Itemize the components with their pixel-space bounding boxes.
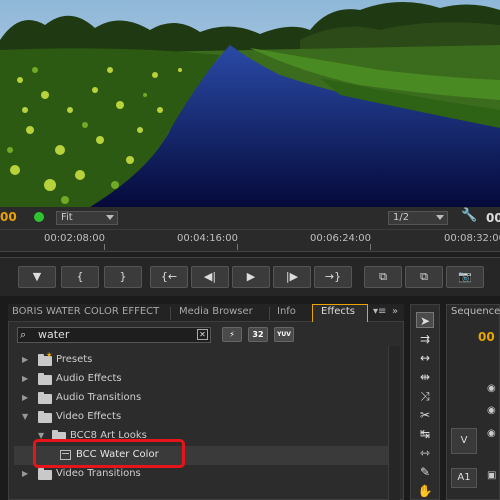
tree-item-presets[interactable]: ▶ ★ Presets — [14, 351, 388, 370]
ruler-tick — [237, 244, 238, 250]
expand-triangle-icon[interactable]: ▶ — [22, 355, 28, 364]
hand-tool-icon[interactable]: ✋ — [416, 483, 434, 499]
status-indicator — [34, 212, 44, 222]
ripple-edit-tool-icon[interactable]: ↔ — [416, 350, 434, 366]
mark-out-button[interactable]: } — [104, 266, 142, 288]
track-select-tool-icon[interactable]: ⇉ — [416, 331, 434, 347]
tree-item-label: Presets — [56, 354, 93, 365]
wrench-icon[interactable]: 🔧 — [461, 208, 477, 223]
duration-timecode: 00 — [486, 211, 500, 225]
folder-icon — [38, 468, 52, 480]
tree-item-label: Video Effects — [56, 411, 122, 422]
eye-icon[interactable]: ◉ — [487, 428, 496, 439]
track-header-v[interactable]: V — [451, 428, 477, 454]
playhead-timecode[interactable]: 00 — [0, 210, 17, 224]
tab-effects[interactable]: Effects — [321, 306, 355, 317]
pen-tool-icon[interactable]: ✎ — [416, 464, 434, 480]
premiere-window: 00 Fit 1/2 🔧 00 00:02:08:00 00:04:16:00 … — [0, 0, 500, 500]
ruler-label: 00:02:08:00 — [44, 233, 106, 244]
step-back-button[interactable]: ◀| — [191, 266, 229, 288]
star-icon: ★ — [46, 351, 53, 359]
folder-icon — [38, 411, 52, 423]
scrub-bar[interactable] — [0, 251, 500, 258]
ruler-label: 00:04:16:00 — [177, 233, 239, 244]
effects-scrollbar[interactable] — [388, 346, 400, 500]
fit-dropdown[interactable]: Fit — [56, 211, 118, 225]
highlight-annotation — [33, 439, 185, 468]
chevron-down-icon — [106, 215, 114, 220]
step-forward-button[interactable]: |▶ — [273, 266, 311, 288]
clear-search-icon[interactable]: ✕ — [197, 329, 208, 340]
ruler-tick — [370, 244, 371, 250]
tree-item-audio-effects[interactable]: ▶ Audio Effects — [14, 370, 388, 389]
expand-triangle-icon[interactable]: ▶ — [22, 469, 28, 478]
tab-divider — [170, 307, 171, 320]
razor-tool-icon[interactable]: ✂ — [416, 407, 434, 423]
tab-divider — [269, 307, 270, 320]
folder-icon — [38, 373, 52, 385]
program-monitor-preview — [0, 0, 500, 207]
play-button[interactable]: ▶ — [232, 266, 270, 288]
rolling-edit-tool-icon[interactable]: ⇹ — [416, 369, 434, 385]
rate-stretch-tool-icon[interactable]: ⤨ — [416, 388, 434, 404]
selection-tool-icon[interactable]: ➤ — [416, 312, 434, 328]
overwrite-button[interactable]: ⧉ — [405, 266, 443, 288]
folder-icon — [38, 392, 52, 404]
search-input[interactable]: water — [38, 328, 69, 341]
marker-button[interactable]: ▼ — [18, 266, 56, 288]
go-to-in-button[interactable]: {← — [150, 266, 188, 288]
mute-icon[interactable]: ▣ — [487, 470, 496, 481]
chevron-down-icon — [436, 215, 444, 220]
eye-icon[interactable]: ◉ — [487, 405, 496, 416]
accelerated-effects-button[interactable]: ⚡ — [222, 327, 242, 342]
more-tabs-icon[interactable]: » — [392, 306, 398, 317]
tree-item-audio-transitions[interactable]: ▶ Audio Transitions — [14, 389, 388, 408]
panel-menu-icon[interactable]: ▾≡ — [373, 306, 386, 317]
search-icon: ⌕ — [20, 328, 27, 341]
track-header-a1[interactable]: A1 — [451, 468, 477, 488]
slide-tool-icon[interactable]: ⇿ — [416, 445, 434, 461]
tree-item-label: Audio Effects — [56, 373, 122, 384]
tree-item-video-effects[interactable]: ▼ Video Effects — [14, 408, 388, 427]
fit-dropdown-label: Fit — [61, 212, 73, 223]
tab-media-browser[interactable]: Media Browser — [179, 306, 253, 317]
tab-info[interactable]: Info — [277, 306, 296, 317]
sequence-timecode[interactable]: 00 — [478, 330, 495, 344]
resolution-dropdown[interactable]: 1/2 — [388, 211, 448, 225]
resolution-dropdown-label: 1/2 — [393, 212, 410, 223]
insert-button[interactable]: ⧉ — [364, 266, 402, 288]
slip-tool-icon[interactable]: ↹ — [416, 426, 434, 442]
go-to-out-button[interactable]: →} — [314, 266, 352, 288]
eye-icon[interactable]: ◉ — [487, 383, 496, 394]
tab-boris-water-color-effect[interactable]: BORIS WATER COLOR EFFECT — [12, 306, 159, 317]
tab-sequence[interactable]: Sequence — [451, 306, 500, 317]
expand-triangle-icon[interactable]: ▶ — [22, 393, 28, 402]
collapse-triangle-icon[interactable]: ▼ — [22, 412, 28, 421]
export-frame-button[interactable]: 📷 — [446, 266, 484, 288]
tree-item-label: Video Transitions — [56, 468, 141, 479]
ruler-label: 00:06:24:00 — [310, 233, 372, 244]
tree-item-label: Audio Transitions — [56, 392, 142, 403]
ruler-tick — [104, 244, 105, 250]
expand-triangle-icon[interactable]: ▶ — [22, 374, 28, 383]
ruler-label: 00:08:32:00 — [444, 233, 500, 244]
yuv-effects-button[interactable]: YUV — [274, 327, 294, 342]
mark-in-button[interactable]: { — [61, 266, 99, 288]
32bit-effects-button[interactable]: 32 — [248, 327, 268, 342]
